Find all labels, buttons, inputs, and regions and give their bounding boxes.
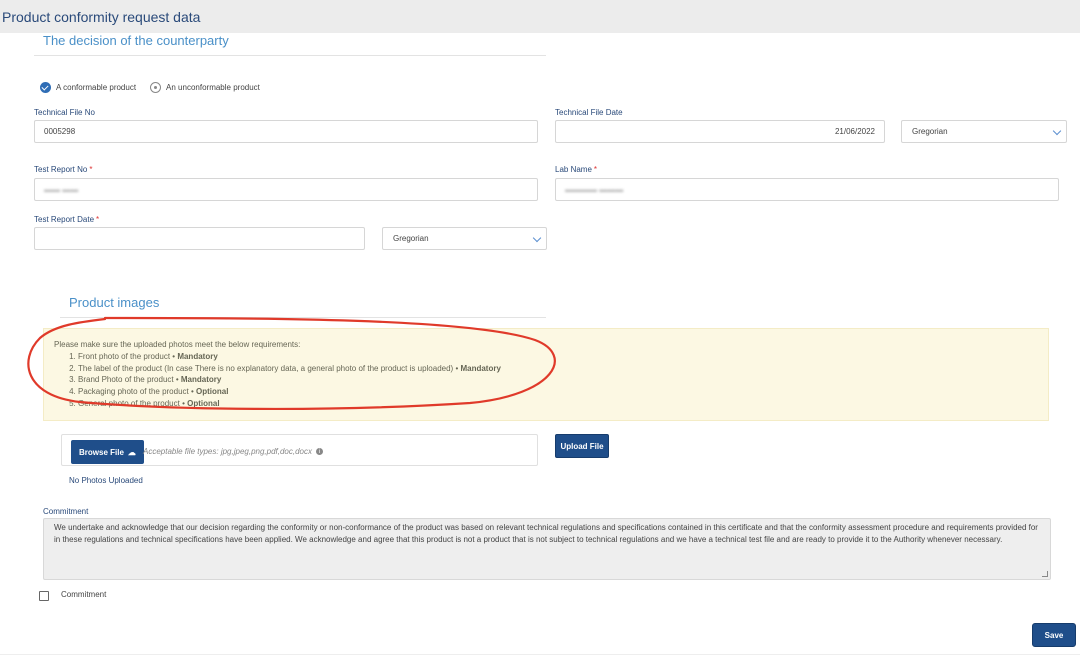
- lab-name-label: Lab Name *: [555, 165, 598, 174]
- accepted-file-types: Acceptable file types: jpg,jpeg,png,pdf,…: [143, 447, 323, 456]
- divider: [0, 654, 1080, 655]
- note-intro: Please make sure the uploaded photos mee…: [54, 340, 301, 349]
- radio-unconformable[interactable]: [150, 82, 162, 93]
- file-input-box[interactable]: Browse File ☁ Acceptable file types: jpg…: [61, 434, 538, 466]
- test-report-no-input[interactable]: ▬▬ ▬▬: [34, 178, 538, 201]
- test-report-calendar-select[interactable]: Gregorian: [382, 227, 547, 250]
- technical-file-calendar-value: Gregorian: [912, 127, 948, 136]
- commitment-text: We undertake and acknowledge that our de…: [54, 523, 1038, 544]
- page-title: Product conformity request data: [2, 9, 201, 25]
- photo-requirements-note: Please make sure the uploaded photos mee…: [43, 328, 1049, 421]
- upload-file-button[interactable]: Upload File: [555, 434, 609, 458]
- radio-unconformable-label[interactable]: An unconformable product: [166, 83, 260, 92]
- lab-name-redacted: ▬▬▬▬ ▬▬▬: [565, 185, 624, 194]
- technical-file-calendar-select[interactable]: Gregorian: [901, 120, 1067, 143]
- upload-status: No Photos Uploaded: [69, 476, 143, 485]
- requirement-item: General photo of the product • Optional: [78, 398, 1038, 410]
- decision-section-title: The decision of the counterparty: [43, 33, 229, 48]
- test-report-no-redacted: ▬▬ ▬▬: [44, 185, 79, 194]
- requirement-item: Packaging photo of the product • Optiona…: [78, 386, 1038, 398]
- required-mark: *: [593, 165, 598, 174]
- commitment-textarea[interactable]: We undertake and acknowledge that our de…: [43, 518, 1051, 580]
- technical-file-date-label: Technical File Date: [555, 108, 623, 117]
- required-mark: *: [89, 165, 93, 174]
- requirement-item: Front photo of the product • Mandatory: [78, 351, 1038, 363]
- save-button[interactable]: Save: [1032, 623, 1076, 647]
- resize-handle-icon[interactable]: [1042, 571, 1048, 577]
- browse-file-label: Browse File: [79, 447, 124, 457]
- radio-conformable-label[interactable]: A conformable product: [56, 83, 136, 92]
- radio-conformable[interactable]: [40, 82, 51, 93]
- test-report-date-input[interactable]: [34, 227, 365, 250]
- page: Product conformity request data The deci…: [0, 0, 1080, 659]
- test-report-calendar-value: Gregorian: [393, 234, 429, 243]
- requirement-item: Brand Photo of the product • Mandatory: [78, 374, 1038, 386]
- info-icon: i: [316, 448, 323, 455]
- technical-file-date-value: 21/06/2022: [834, 127, 875, 136]
- test-report-no-label: Test Report No *: [34, 165, 93, 174]
- test-report-date-label: Test Report Date *: [34, 215, 100, 224]
- technical-file-no-label: Technical File No: [34, 108, 95, 117]
- cloud-upload-icon: ☁: [127, 447, 136, 457]
- commitment-label: Commitment: [43, 507, 89, 516]
- commitment-checkbox[interactable]: [39, 591, 49, 601]
- divider: [34, 55, 546, 56]
- page-header: Product conformity request data: [0, 0, 1080, 33]
- technical-file-no-input[interactable]: 0005298: [34, 120, 538, 143]
- chevron-down-icon: [1052, 126, 1062, 136]
- lab-name-input[interactable]: ▬▬▬▬ ▬▬▬: [555, 178, 1059, 201]
- commitment-checkbox-label[interactable]: Commitment: [61, 590, 106, 599]
- required-mark: *: [96, 215, 100, 224]
- browse-file-button[interactable]: Browse File ☁: [71, 440, 144, 464]
- requirements-list: Front photo of the product • Mandatory T…: [78, 351, 1038, 410]
- product-images-section-title: Product images: [69, 295, 160, 310]
- technical-file-no-value: 0005298: [44, 127, 76, 136]
- chevron-down-icon: [532, 233, 542, 243]
- technical-file-date-input[interactable]: 21/06/2022: [555, 120, 885, 143]
- requirement-item: The label of the product (In case There …: [78, 363, 1038, 375]
- decision-radio-group: A conformable product An unconformable p…: [40, 82, 274, 93]
- divider: [60, 317, 546, 318]
